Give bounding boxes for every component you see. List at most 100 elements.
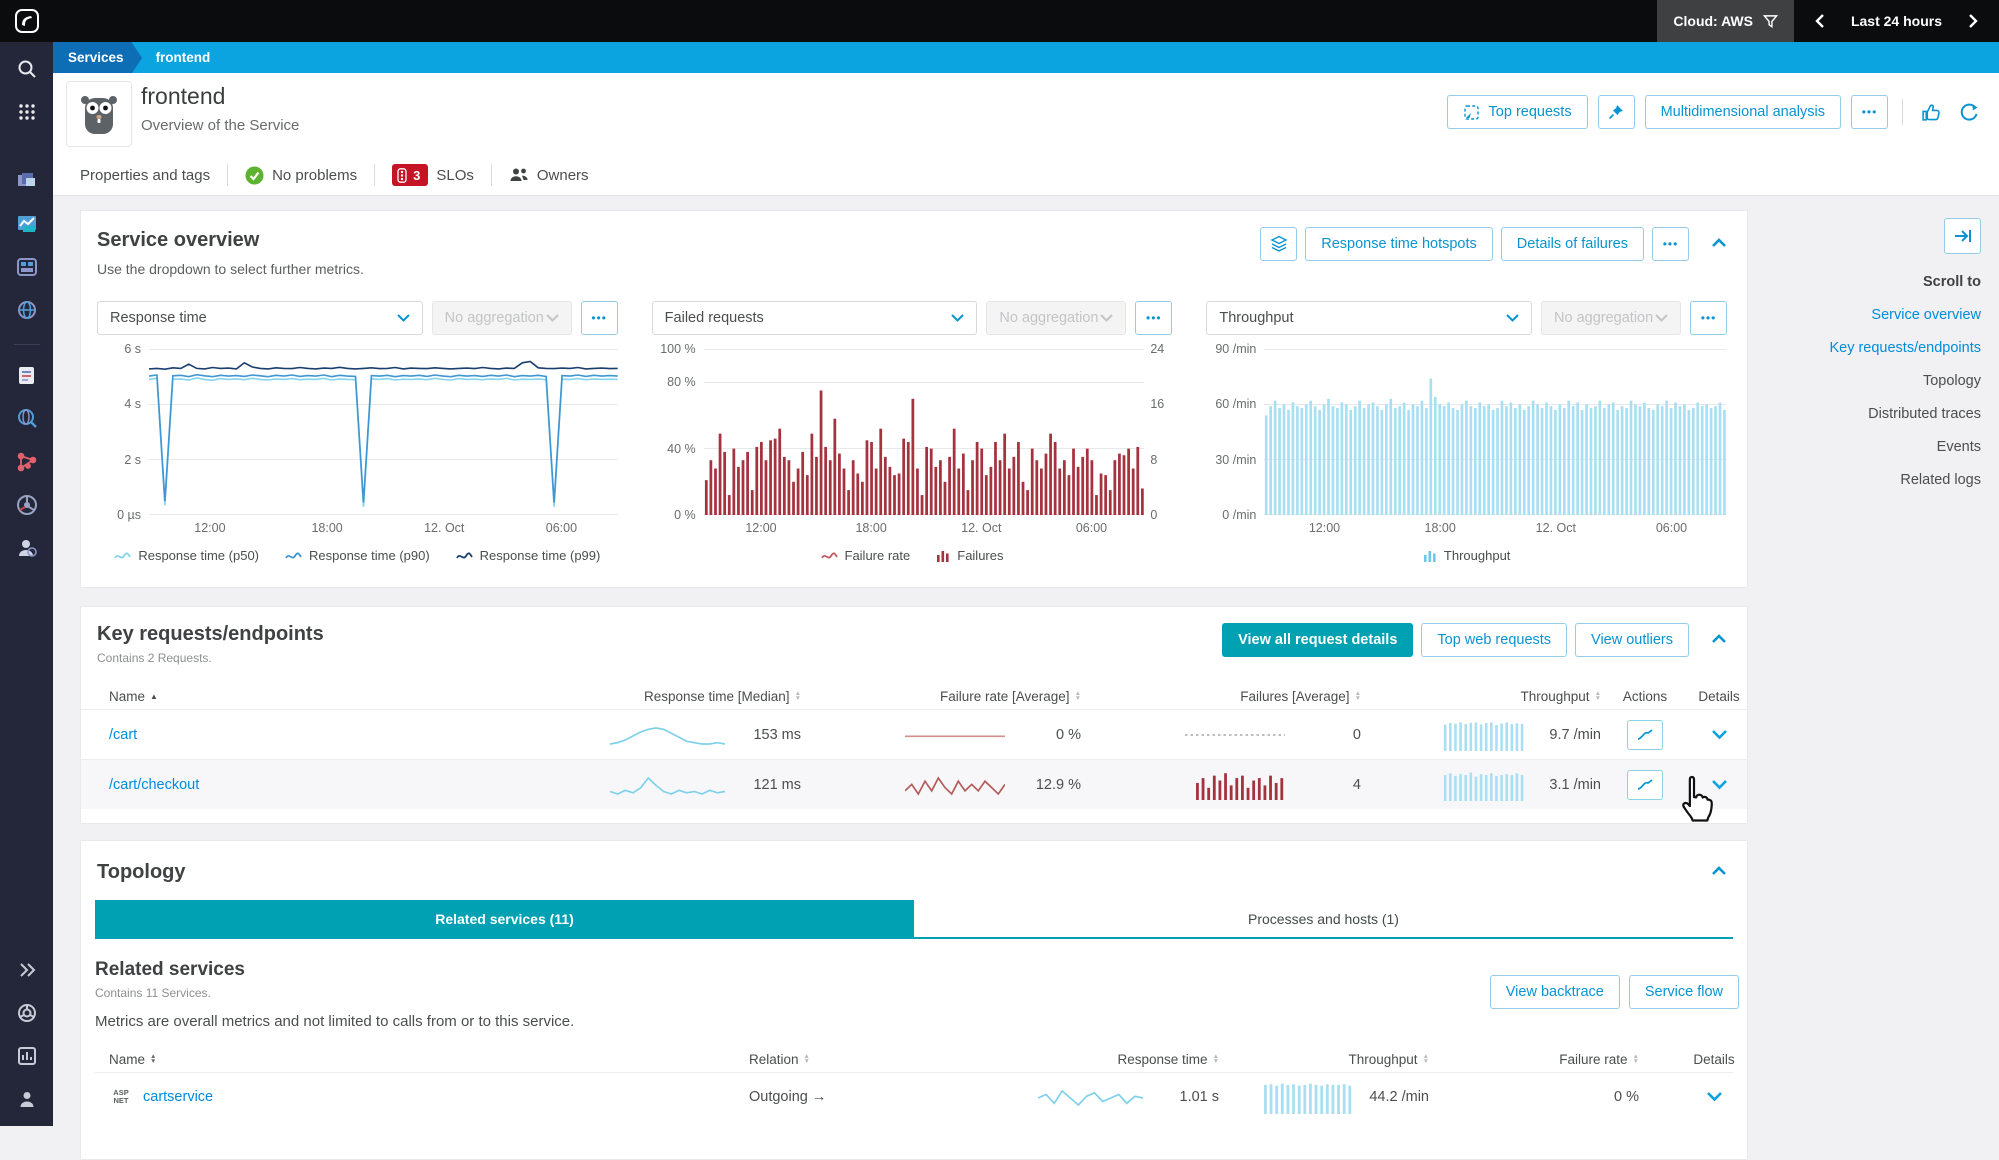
metric-panels: Response time No aggregation ••• 6 s 4 s… — [97, 301, 1727, 563]
hub-icon[interactable] — [14, 1000, 40, 1026]
column-header-failure-rate[interactable]: Failure rate▲▼ — [1479, 1052, 1679, 1067]
column-header-name[interactable]: Name▲ — [109, 689, 501, 704]
column-header-failures[interactable]: Failures [Average]▲▼ — [1081, 689, 1361, 704]
dashboards-icon[interactable] — [14, 211, 40, 237]
search-icon[interactable] — [14, 56, 40, 82]
request-link[interactable]: /cart — [109, 727, 137, 743]
failure-rate-sparkline — [905, 722, 1005, 748]
tab-processes-and-hosts[interactable]: Processes and hosts (1) — [914, 900, 1733, 937]
scroll-link-service-overview[interactable]: Service overview — [1871, 307, 1981, 323]
column-header-throughput[interactable]: Throughput▲▼ — [1361, 689, 1601, 704]
panel-more-button[interactable]: ••• — [1135, 301, 1172, 335]
multidimensional-analysis-button[interactable]: Multidimensional analysis — [1645, 95, 1841, 129]
view-backtrace-button[interactable]: View backtrace — [1490, 975, 1620, 1009]
arrow-to-bar-icon — [1954, 228, 1972, 244]
failures-value: 4 — [1299, 777, 1361, 793]
details-toggle[interactable] — [1689, 779, 1749, 790]
top-requests-button[interactable]: Top requests — [1447, 95, 1588, 129]
line-swatch-icon — [114, 550, 131, 562]
throughput-chart[interactable] — [1264, 349, 1727, 515]
service-flow-button[interactable]: Service flow — [1629, 975, 1739, 1009]
pin-button[interactable] — [1598, 95, 1635, 129]
scroll-link-distributed-traces[interactable]: Distributed traces — [1868, 406, 1981, 422]
column-header-response-time[interactable]: Response time [Median]▲▼ — [501, 689, 801, 704]
analyze-action-button[interactable] — [1627, 720, 1663, 750]
sort-icon: ▲▼ — [804, 1054, 810, 1065]
collapse-topology-icon[interactable] — [1711, 863, 1727, 881]
tab-properties-and-tags[interactable]: Properties and tags — [80, 167, 210, 184]
column-header-relation[interactable]: Relation▲▼ — [749, 1052, 969, 1067]
column-header-throughput[interactable]: Throughput▲▼ — [1219, 1052, 1479, 1067]
tab-related-services[interactable]: Related services (11) — [95, 900, 914, 937]
top-requests-icon — [1463, 104, 1480, 121]
details-toggle[interactable] — [1689, 729, 1749, 740]
timeframe-prev-icon[interactable] — [1814, 13, 1825, 29]
smartscape-icon[interactable] — [14, 168, 40, 194]
column-header-response-time[interactable]: Response time▲▼ — [969, 1052, 1219, 1067]
expand-sidebar-icon[interactable] — [14, 957, 40, 983]
analyze-action-button[interactable] — [1627, 770, 1663, 800]
service-flow-label: Service flow — [1645, 984, 1723, 1000]
overview-more-button[interactable]: ••• — [1652, 227, 1689, 261]
view-outliers-button[interactable]: View outliers — [1575, 623, 1689, 657]
web-icon[interactable] — [14, 297, 40, 323]
no-problems-label: No problems — [272, 167, 357, 184]
tab-owners[interactable]: Owners — [509, 167, 589, 184]
user-sessions-icon[interactable] — [14, 535, 40, 561]
column-header-failure-rate[interactable]: Failure rate [Average]▲▼ — [801, 689, 1081, 704]
gopher-icon — [77, 90, 121, 138]
logs-icon[interactable] — [14, 363, 40, 389]
metric-select-failed-requests[interactable]: Failed requests — [652, 301, 978, 335]
collapse-overview-icon[interactable] — [1711, 235, 1727, 253]
details-toggle[interactable] — [1679, 1091, 1749, 1102]
metric-select-value: Throughput — [1219, 310, 1293, 326]
timeframe-next-icon[interactable] — [1968, 13, 1979, 29]
synthetic-icon[interactable] — [14, 406, 40, 432]
top-web-label: Top web requests — [1437, 632, 1551, 648]
tab-slos[interactable]: 3 SLOs — [392, 164, 474, 186]
header-more-button[interactable]: ••• — [1851, 95, 1888, 129]
line-swatch-icon — [821, 550, 838, 562]
response-time-hotspots-button[interactable]: Response time hotspots — [1305, 227, 1493, 261]
request-link[interactable]: /cart/checkout — [109, 777, 199, 793]
tab-problems[interactable]: No problems — [245, 166, 357, 185]
topology-tabs: Related services (11) Processes and host… — [95, 900, 1733, 939]
refresh-icon[interactable] — [1955, 98, 1983, 126]
scroll-link-key-requests[interactable]: Key requests/endpoints — [1829, 340, 1981, 356]
service-overview-card: Service overview Use the dropdown to sel… — [80, 210, 1748, 588]
traces-icon[interactable] — [14, 449, 40, 475]
column-header-name[interactable]: Name▲▼ — [109, 1052, 749, 1067]
panel-more-button[interactable]: ••• — [581, 301, 618, 335]
reports-icon[interactable] — [14, 1043, 40, 1069]
scroll-link-events[interactable]: Events — [1937, 439, 1981, 455]
scroll-link-related-logs[interactable]: Related logs — [1900, 472, 1981, 488]
multidimensional-label: Multidimensional analysis — [1661, 104, 1825, 120]
apps-grid-icon[interactable] — [14, 99, 40, 125]
collapse-panel-button[interactable] — [1944, 218, 1981, 254]
session-wheel-icon[interactable] — [14, 492, 40, 518]
breadcrumb-services[interactable]: Services — [53, 42, 132, 73]
panel-response-time: Response time No aggregation ••• 6 s 4 s… — [97, 301, 618, 563]
hosts-icon[interactable] — [14, 254, 40, 280]
view-all-request-details-button[interactable]: View all request details — [1222, 623, 1413, 657]
failed-requests-chart[interactable] — [704, 349, 1145, 515]
scroll-to-title: Scroll to — [1923, 274, 1981, 290]
scroll-link-topology[interactable]: Topology — [1923, 373, 1981, 389]
dynatrace-logo-icon — [14, 8, 40, 34]
metric-select-response-time[interactable]: Response time — [97, 301, 423, 335]
timeframe-label[interactable]: Last 24 hours — [1851, 13, 1942, 29]
collapse-key-requests-icon[interactable] — [1711, 631, 1727, 649]
service-link[interactable]: cartservice — [143, 1089, 213, 1105]
metric-select-throughput[interactable]: Throughput — [1206, 301, 1532, 335]
response-time-chart[interactable] — [149, 349, 618, 515]
top-web-requests-button[interactable]: Top web requests — [1421, 623, 1567, 657]
response-time-sparkline — [1038, 1085, 1143, 1109]
panel-more-button[interactable]: ••• — [1690, 301, 1727, 335]
chevron-down-icon — [546, 314, 559, 322]
layers-button[interactable] — [1260, 227, 1297, 261]
profile-icon[interactable] — [14, 1086, 40, 1112]
management-zone-filter[interactable]: Cloud: AWS — [1657, 0, 1794, 42]
thumbs-up-icon[interactable] — [1917, 98, 1945, 126]
details-of-failures-button[interactable]: Details of failures — [1501, 227, 1644, 261]
dynatrace-logo[interactable] — [0, 8, 53, 34]
